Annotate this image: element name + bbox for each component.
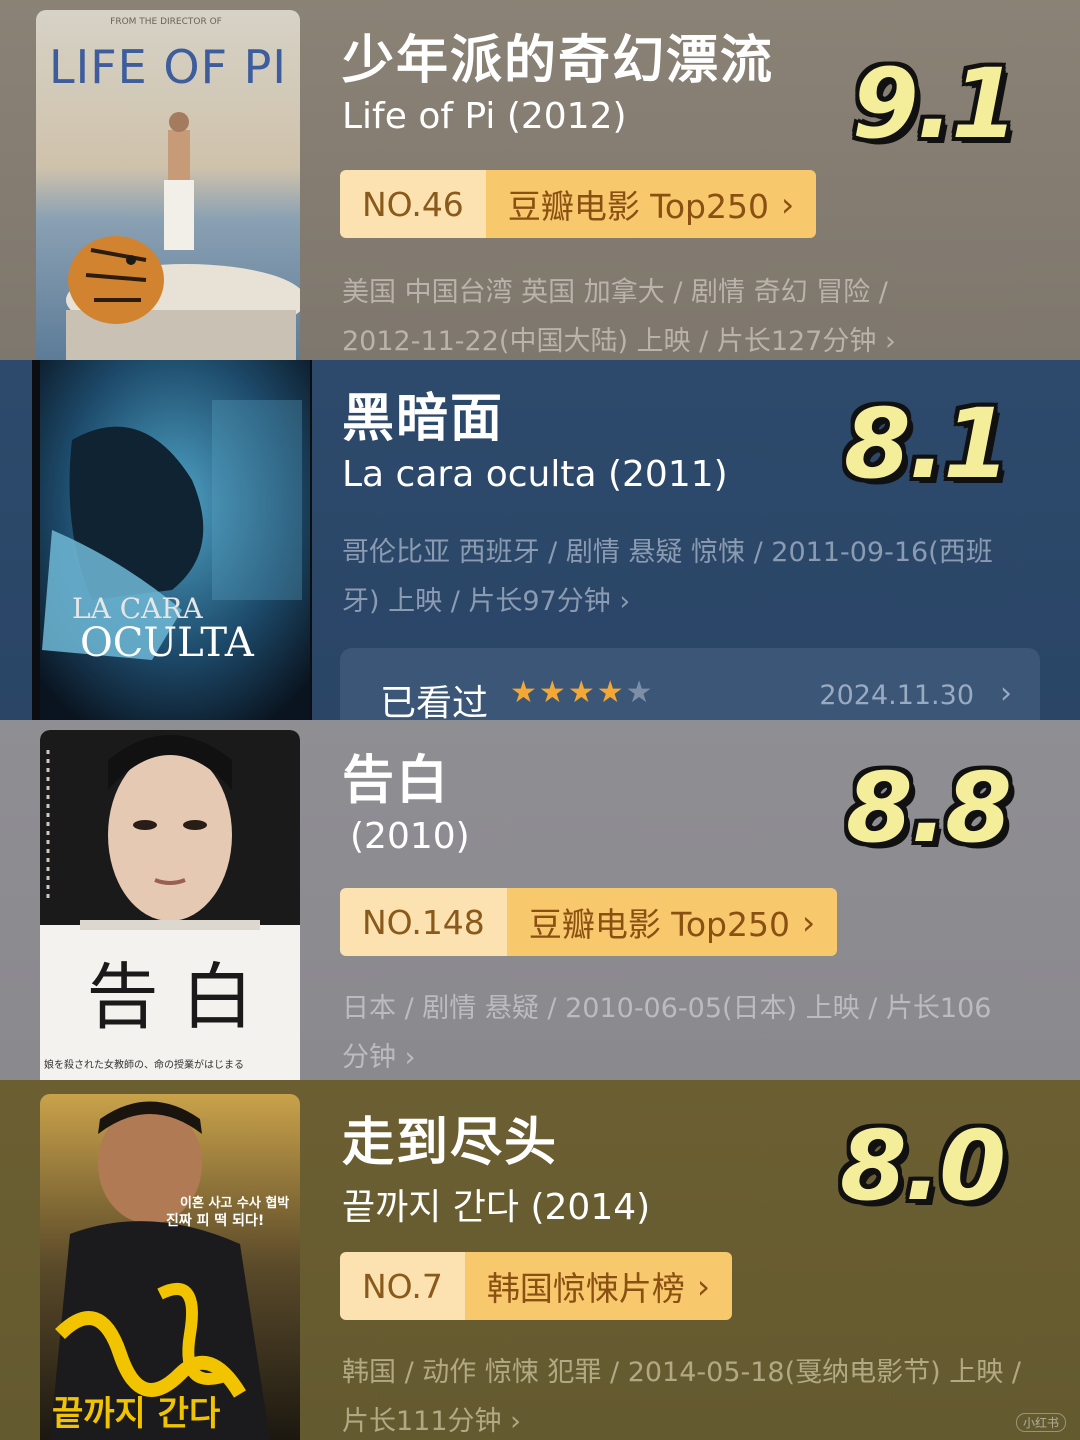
rank-badge[interactable]: NO.46 豆瓣电影 Top250 ›: [340, 170, 817, 238]
rating-stars: ★ ★ ★ ★ ★: [510, 678, 653, 708]
rank-number: NO.7: [340, 1252, 465, 1320]
meta-line: 分钟 ›: [342, 1042, 416, 1073]
movie-title-original: (2010): [350, 816, 470, 857]
rank-list-label: 豆瓣电影 Top250: [528, 905, 790, 944]
watched-label: 已看过: [380, 683, 489, 720]
poster-title: LIFE OF PI: [49, 40, 287, 94]
star-empty-icon: ★: [625, 675, 653, 710]
poster-image: [32, 360, 312, 720]
movie-title-cn: 走到尽头: [342, 1113, 559, 1173]
movie-poster[interactable]: FROM THE DIRECTOR OF LIFE OF PI: [36, 10, 300, 360]
movie-score: 8.8: [846, 752, 1012, 864]
meta-line: 日本 / 剧情 悬疑 / 2010-06-05(日本) 上映 / 片长106: [342, 993, 992, 1024]
movie-title-cn: 少年派的奇幻漂流: [342, 31, 775, 91]
star-filled-icon: ★: [510, 675, 537, 710]
meta-line: 美国 中国台湾 英国 加拿大 / 剧情 奇幻 冒险 /: [342, 277, 888, 308]
movie-title-cn: 黑暗面: [342, 389, 505, 449]
svg-text:FROM THE DIRECTOR OF: FROM THE DIRECTOR OF: [110, 17, 222, 27]
movie-score: 9.1: [852, 48, 1018, 160]
rank-list-link[interactable]: 豆瓣电影 Top250 ›: [506, 888, 838, 956]
meta-line: 韩国 / 动作 惊悚 犯罪 / 2014-05-18(戛纳电影节) 上映 /: [342, 1357, 1021, 1388]
poster-title: 끝까지 간다: [52, 1394, 221, 1434]
rank-number: NO.46: [340, 170, 486, 238]
poster-caption: 娘を殺された女教師の、命の授業がはじまる: [44, 1060, 244, 1071]
movie-poster[interactable]: 이혼 사고 수사 협박 진짜 피 떡 되다! 끝까지 간다: [40, 1094, 300, 1440]
movie-meta[interactable]: 美国 中国台湾 英国 加拿大 / 剧情 奇幻 冒险 / 2012-11-22(中…: [342, 268, 1032, 360]
movie-score: 8.0: [840, 1110, 1006, 1222]
movie-card-a-hard-day[interactable]: 이혼 사고 수사 협박 진짜 피 떡 되다! 끝까지 간다 走到尽头 끝까지 간…: [0, 1080, 1080, 1440]
star-filled-icon: ★: [567, 675, 595, 710]
movie-title-cn: 告白: [342, 751, 451, 811]
watched-date: 2024.11.30: [819, 680, 974, 711]
movie-card-la-cara-oculta[interactable]: LA CARA OCULTA 黑暗面 La cara oculta (2011)…: [0, 360, 1080, 720]
rank-number: NO.148: [340, 888, 507, 956]
movie-meta[interactable]: 日本 / 剧情 悬疑 / 2010-06-05(日本) 上映 / 片长106 分…: [342, 984, 1032, 1080]
poster-tagline-2: 진짜 피 떡 되다!: [166, 1213, 265, 1229]
meta-line: 片长111分钟 ›: [342, 1406, 521, 1437]
chevron-right-icon: ›: [1000, 676, 1012, 711]
movie-poster[interactable]: LA CARA OCULTA: [32, 360, 312, 720]
movie-meta[interactable]: 哥伦比亚 西班牙 / 剧情 悬疑 惊悚 / 2011-09-16(西班 牙) 上…: [342, 528, 1032, 626]
meta-line: 哥伦比亚 西班牙 / 剧情 悬疑 惊悚 / 2011-09-16(西班: [342, 537, 993, 568]
rank-badge[interactable]: NO.148 豆瓣电影 Top250 ›: [340, 888, 838, 956]
chevron-right-icon: ›: [780, 184, 795, 224]
movie-card-confessions[interactable]: 告 白 娘を殺された女教師の、命の授業がはじまる 告白 (2010) 8.8 N…: [0, 720, 1080, 1080]
movie-title-original: La cara oculta (2011): [342, 454, 728, 495]
movie-meta[interactable]: 韩国 / 动作 惊悚 犯罪 / 2014-05-18(戛纳电影节) 上映 / 片…: [342, 1348, 1032, 1440]
rank-list-label: 韩国惊悚片榜: [486, 1269, 685, 1308]
movie-score: 8.1: [844, 388, 1010, 500]
watermark: 小红书: [1015, 1413, 1066, 1432]
poster-title-line-2: OCULTA: [80, 620, 254, 666]
star-filled-icon: ★: [538, 675, 566, 710]
meta-line: 2012-11-22(中国大陆) 上映 / 片长127分钟 ›: [342, 326, 896, 357]
rank-badge[interactable]: NO.7 韩国惊悚片榜 ›: [340, 1252, 733, 1320]
meta-line: 牙) 上映 / 片长97分钟 ›: [342, 586, 631, 617]
star-filled-icon: ★: [596, 675, 624, 710]
rank-list-link[interactable]: 韩国惊悚片榜 ›: [464, 1252, 733, 1320]
poster-title: 告 白: [86, 955, 254, 1039]
rank-list-link[interactable]: 豆瓣电影 Top250 ›: [485, 170, 817, 238]
movie-card-life-of-pi[interactable]: FROM THE DIRECTOR OF LIFE OF PI 少年派的奇幻漂流…: [0, 0, 1080, 360]
movie-poster[interactable]: 告 白 娘を殺された女教師の、命の授業がはじまる: [40, 730, 300, 1080]
chevron-right-icon: ›: [696, 1266, 711, 1306]
watched-status-bar[interactable]: 已看过 ★ ★ ★ ★ ★ 2024.11.30 ›: [340, 648, 1040, 720]
rank-list-label: 豆瓣电影 Top250: [507, 187, 769, 226]
movie-title-original: 끝까지 간다 (2014): [342, 1187, 651, 1228]
chevron-right-icon: ›: [801, 902, 816, 942]
poster-tagline-1: 이혼 사고 수사 협박: [180, 1196, 290, 1211]
movie-title-original: Life of Pi (2012): [342, 96, 627, 137]
